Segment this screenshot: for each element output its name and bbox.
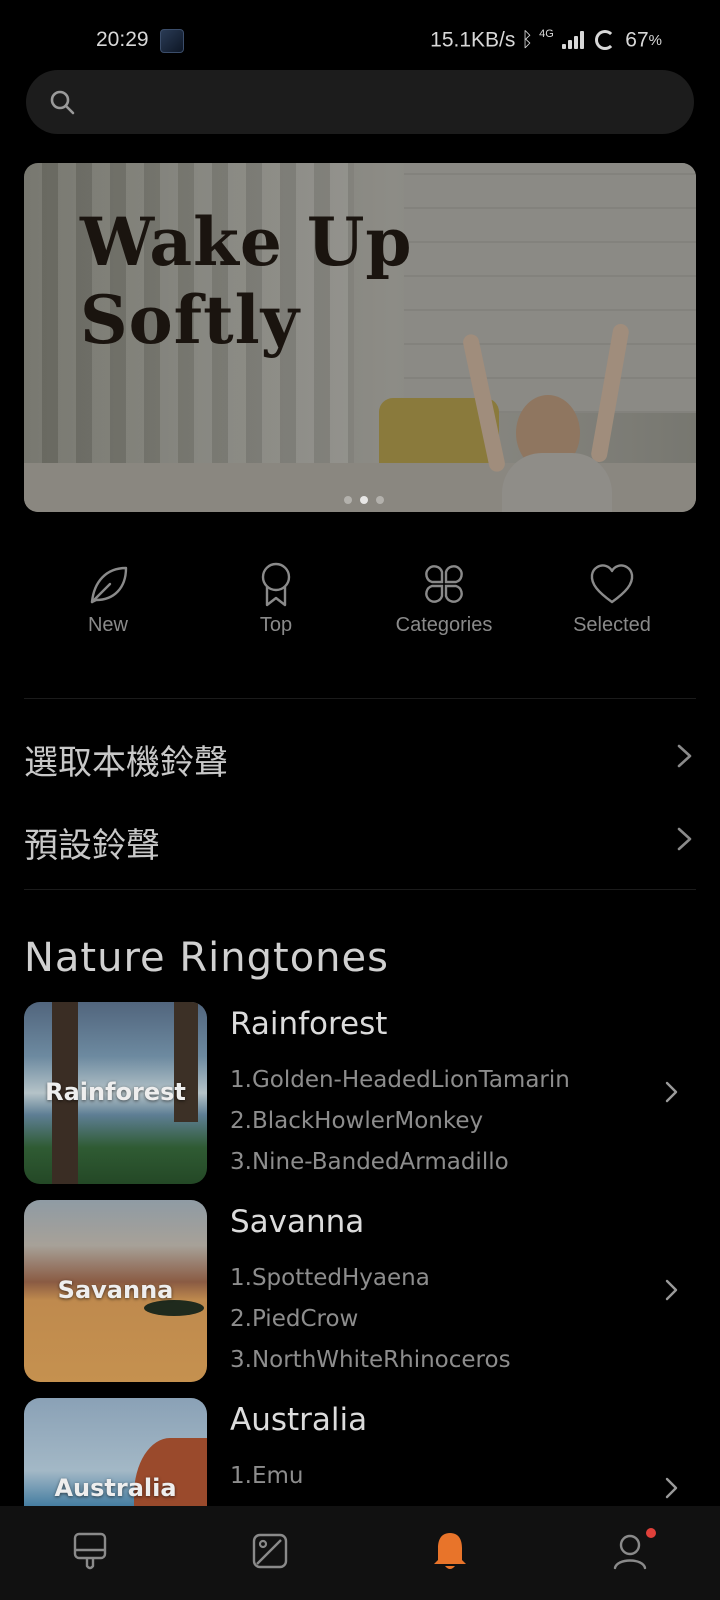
collection-thumbnail: Rainforest [24, 1002, 207, 1184]
bottom-nav-ringtones[interactable] [360, 1506, 540, 1600]
status-time: 20:29 [96, 28, 149, 51]
banner-dot [344, 496, 352, 504]
track-item: 1.Golden-HeadedLionTamarin [230, 1067, 570, 1093]
quick-nav: New Top Categories Selected [24, 560, 696, 650]
thumbnail-label: Rainforest [45, 1078, 186, 1106]
wallpaper-icon [252, 1533, 288, 1569]
collection-track-list: 1.Emu [230, 1456, 303, 1497]
bottom-nav-wallpapers[interactable] [180, 1506, 360, 1600]
search-bar[interactable] [26, 70, 694, 134]
banner-title: Wake Up Softly [80, 203, 413, 359]
divider [24, 889, 696, 890]
battery-icon [595, 30, 616, 51]
bluetooth-icon: ᛒ [521, 28, 534, 51]
collection-name: Rainforest [230, 1006, 388, 1042]
search-input[interactable] [90, 82, 674, 124]
bell-icon [434, 1533, 466, 1569]
row-label: 選取本機鈴聲 [24, 743, 228, 783]
network-type: 4G [539, 28, 554, 40]
banner-page-indicator [340, 489, 388, 508]
collection-card-savanna[interactable]: Savanna Savanna 1.SpottedHyaena 2.PiedCr… [24, 1200, 696, 1382]
quick-nav-label: New [87, 614, 128, 636]
collection-name: Australia [230, 1402, 368, 1438]
quick-nav-categories[interactable]: Categories [360, 560, 528, 650]
thumbnail-label: Savanna [57, 1276, 174, 1304]
banner-dot [376, 496, 384, 504]
track-item: 1.SpottedHyaena [230, 1265, 430, 1291]
collection-track-list: 1.Golden-HeadedLionTamarin 2.BlackHowler… [230, 1060, 570, 1183]
leaf-icon [90, 566, 128, 604]
banner-brick-wall [404, 163, 696, 413]
collection-name: Savanna [230, 1204, 365, 1240]
battery-unit: % [648, 31, 662, 49]
heart-icon [590, 564, 634, 604]
status-right-cluster: 15.1KB/s ᛒ 4G 67% [430, 28, 662, 52]
status-bar: 20:29 15.1KB/s ᛒ 4G 67% [0, 0, 720, 64]
award-ribbon-icon [261, 562, 291, 607]
search-icon [50, 90, 75, 115]
chevron-right-icon [665, 1081, 678, 1103]
chevron-right-icon [677, 827, 692, 851]
track-item: 2.PiedCrow [230, 1306, 359, 1332]
theme-icon [73, 1532, 107, 1570]
notification-badge [646, 1528, 656, 1538]
track-item: 1.Emu [230, 1463, 304, 1489]
notification-app-icon [160, 29, 184, 53]
row-label: 預設鈴聲 [24, 826, 160, 866]
profile-icon [613, 1534, 647, 1570]
quick-nav-label: Categories [395, 614, 493, 636]
four-petal-grid-icon [425, 565, 463, 603]
track-item: 3.NorthWhiteRhinoceros [230, 1347, 511, 1373]
battery-percent: 67 [625, 28, 649, 52]
bottom-nav-profile[interactable] [540, 1506, 720, 1600]
quick-nav-new[interactable]: New [24, 560, 192, 650]
quick-nav-selected[interactable]: Selected [528, 560, 696, 650]
banner-title-line2: Softly [80, 281, 300, 359]
row-select-local-ringtone[interactable]: 選取本機鈴聲 [24, 725, 696, 785]
chevron-right-icon [665, 1477, 678, 1499]
signal-icon [561, 31, 584, 50]
network-speed: 15.1KB/s [430, 28, 516, 52]
row-default-ringtone[interactable]: 預設鈴聲 [24, 808, 696, 868]
quick-nav-label: Selected [573, 614, 651, 636]
chevron-right-icon [665, 1279, 678, 1301]
quick-nav-label: Top [259, 614, 293, 636]
bottom-nav-themes[interactable] [0, 1506, 180, 1600]
track-item: 3.Nine-BandedArmadillo [230, 1149, 509, 1175]
banner-child-body [502, 453, 612, 512]
bottom-nav [0, 1506, 720, 1600]
collection-thumbnail: Savanna [24, 1200, 207, 1382]
banner-title-line1: Wake Up [80, 203, 413, 281]
quick-nav-top[interactable]: Top [192, 560, 360, 650]
collection-track-list: 1.SpottedHyaena 2.PiedCrow 3.NorthWhiteR… [230, 1258, 511, 1381]
collection-card-rainforest[interactable]: Rainforest Rainforest 1.Golden-HeadedLio… [24, 1002, 696, 1184]
section-title: Nature Ringtones [24, 935, 389, 981]
track-item: 2.BlackHowlerMonkey [230, 1108, 484, 1134]
divider [24, 698, 696, 699]
thumbnail-label: Australia [54, 1474, 177, 1502]
chevron-right-icon [677, 744, 692, 768]
promo-banner[interactable]: Wake Up Softly [24, 163, 696, 512]
banner-dot-active [360, 496, 368, 504]
